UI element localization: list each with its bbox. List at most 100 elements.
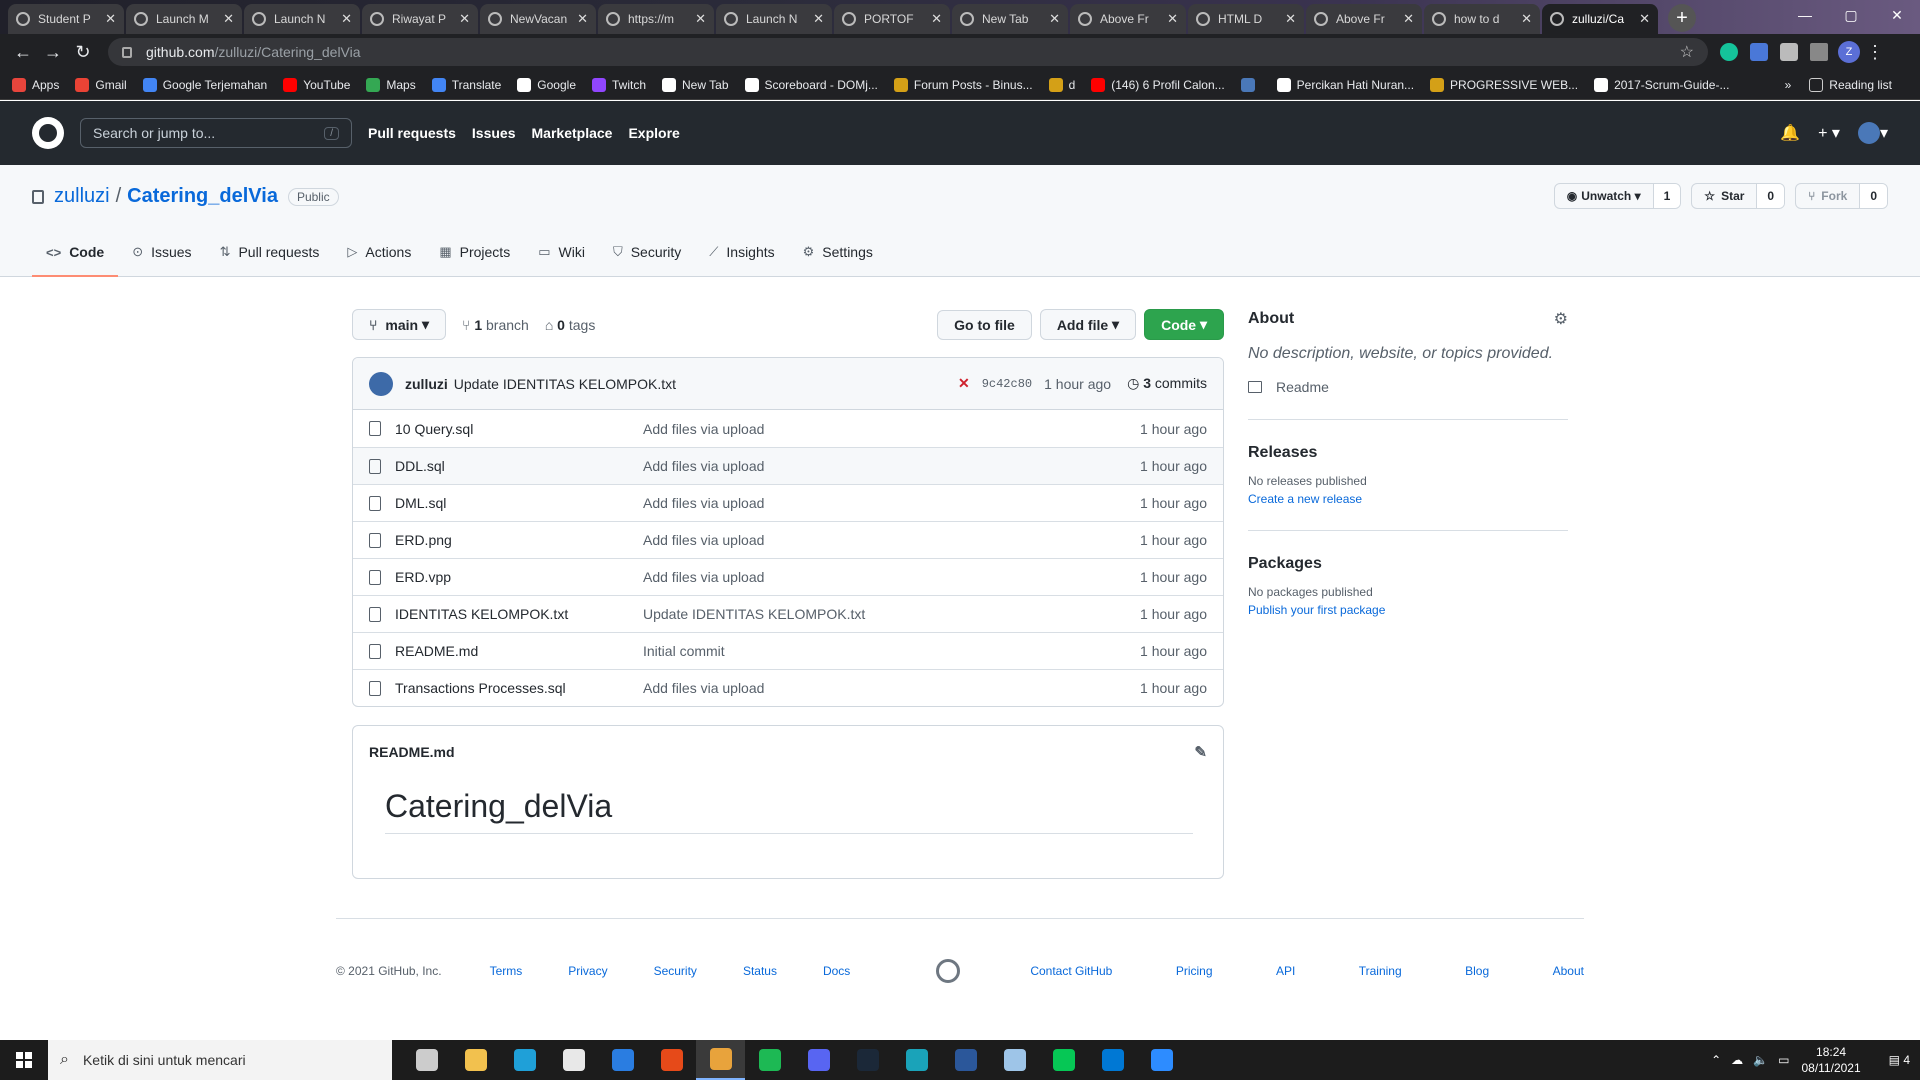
commits-link[interactable]: ◷ 3 commits xyxy=(1127,375,1207,392)
branch-selector-button[interactable]: ⑂ main ▾ xyxy=(352,309,447,340)
tab-close-icon[interactable]: ✕ xyxy=(223,11,234,27)
vscode-app-icon[interactable] xyxy=(1088,1040,1137,1080)
file-row[interactable]: IDENTITAS KELOMPOK.txt Update IDENTITAS K… xyxy=(353,595,1223,632)
notes-app-icon[interactable] xyxy=(990,1040,1039,1080)
bookmark-star-icon[interactable]: ☆ xyxy=(1680,42,1694,62)
file-commit-message-link[interactable]: Initial commit xyxy=(643,643,1140,659)
publish-package-link[interactable]: Publish your first package xyxy=(1248,603,1568,617)
commit-sha[interactable]: 9c42c80 xyxy=(982,377,1032,391)
commit-message[interactable]: Update IDENTITAS KELOMPOK.txt xyxy=(454,376,676,392)
repo-tab-projects[interactable]: ▦ Projects xyxy=(425,244,524,276)
file-commit-message-link[interactable]: Add files via upload xyxy=(643,569,1140,585)
tray-overflow-icon[interactable]: ⌃ xyxy=(1711,1053,1721,1067)
tab-close-icon[interactable]: ✕ xyxy=(1403,11,1414,27)
global-nav-link[interactable]: Explore xyxy=(628,125,679,141)
tab-close-icon[interactable]: ✕ xyxy=(1521,11,1532,27)
browser-tab[interactable]: New Tab ✕ xyxy=(952,4,1068,34)
address-bar[interactable]: github.com/zulluzi/Catering_delVia ☆ xyxy=(108,38,1708,66)
repo-owner-link[interactable]: zulluzi xyxy=(54,185,110,208)
tab-close-icon[interactable]: ✕ xyxy=(1639,11,1650,27)
bookmark-item[interactable]: Google xyxy=(517,77,576,92)
footer-link[interactable]: Docs xyxy=(823,964,850,978)
footer-link[interactable]: Status xyxy=(743,964,777,978)
browser-tab[interactable]: https://m ✕ xyxy=(598,4,714,34)
steam-app-icon[interactable] xyxy=(843,1040,892,1080)
bookmarks-overflow-icon[interactable]: » xyxy=(1785,78,1792,92)
tab-close-icon[interactable]: ✕ xyxy=(341,11,352,27)
footer-link[interactable]: Privacy xyxy=(568,964,607,978)
bookmark-item[interactable]: Maps xyxy=(366,77,416,92)
repo-tab-actions[interactable]: ▷ Actions xyxy=(333,244,425,276)
new-tab-plus-icon[interactable]: + xyxy=(1668,4,1696,32)
commit-author[interactable]: zulluzi xyxy=(405,376,448,392)
star-button[interactable]: ☆ Star xyxy=(1692,184,1758,208)
bookmark-item[interactable]: Forum Posts - Binus... xyxy=(893,77,1033,92)
browser-tab[interactable]: PORTOF ✕ xyxy=(834,4,950,34)
tab-close-icon[interactable]: ✕ xyxy=(813,11,824,27)
tab-close-icon[interactable]: ✕ xyxy=(695,11,706,27)
file-row[interactable]: DDL.sql Add files via upload 1 hour ago xyxy=(353,447,1223,484)
mail-app-icon[interactable] xyxy=(598,1040,647,1080)
store-app-icon[interactable] xyxy=(549,1040,598,1080)
browser-tab[interactable]: Launch M ✕ xyxy=(126,4,242,34)
file-row[interactable]: README.md Initial commit 1 hour ago xyxy=(353,632,1223,669)
browser-tab[interactable]: Above Fr ✕ xyxy=(1306,4,1422,34)
footer-link[interactable]: API xyxy=(1276,964,1295,978)
office-app-icon[interactable] xyxy=(647,1040,696,1080)
tags-link[interactable]: ⌂ 0 tags xyxy=(545,317,596,333)
global-nav-link[interactable]: Pull requests xyxy=(368,125,456,141)
file-name-link[interactable]: DDL.sql xyxy=(395,458,643,474)
add-file-button[interactable]: Add file ▾ xyxy=(1039,309,1137,340)
browser-tab[interactable]: Student P ✕ xyxy=(8,4,124,34)
file-row[interactable]: Transactions Processes.sql Add files via … xyxy=(353,669,1223,706)
bookmark-item[interactable]: d xyxy=(1048,77,1075,92)
unwatch-button[interactable]: ◉ Unwatch ▾ xyxy=(1555,184,1654,208)
releases-title[interactable]: Releases xyxy=(1248,444,1568,462)
file-name-link[interactable]: DML.sql xyxy=(395,495,643,511)
readme-filename[interactable]: README.md xyxy=(369,744,455,760)
readme-link[interactable]: Readme xyxy=(1248,379,1568,395)
taskbar-search-input[interactable]: ⌕ Ketik di sini untuk mencari xyxy=(48,1040,392,1080)
file-row[interactable]: ERD.vpp Add files via upload 1 hour ago xyxy=(353,558,1223,595)
back-icon[interactable]: ← xyxy=(8,42,38,63)
star-count[interactable]: 0 xyxy=(1757,184,1785,208)
onedrive-icon[interactable]: ☁ xyxy=(1731,1053,1743,1067)
chrome-app-icon[interactable] xyxy=(696,1040,745,1080)
browser-tab[interactable]: Launch N ✕ xyxy=(244,4,360,34)
volume-icon[interactable]: 🔈 xyxy=(1753,1053,1768,1067)
footer-link[interactable]: Contact GitHub xyxy=(1030,964,1112,978)
bookmark-item[interactable]: (146) 6 Profil Calon... xyxy=(1091,77,1225,92)
file-row[interactable]: ERD.png Add files via upload 1 hour ago xyxy=(353,521,1223,558)
go-to-file-button[interactable]: Go to file xyxy=(937,309,1032,340)
branches-link[interactable]: ⑂ 1 branch xyxy=(462,317,529,333)
file-name-link[interactable]: Transactions Processes.sql xyxy=(395,680,643,696)
file-name-link[interactable]: ERD.vpp xyxy=(395,569,643,585)
fork-button[interactable]: ⑂ Fork xyxy=(1796,184,1861,208)
task-view-app-icon[interactable] xyxy=(402,1040,451,1080)
browser-tab[interactable]: HTML D ✕ xyxy=(1188,4,1304,34)
bookmark-item[interactable]: Scoreboard - DOMj... xyxy=(744,77,878,92)
file-commit-message-link[interactable]: Add files via upload xyxy=(643,532,1140,548)
file-row[interactable]: DML.sql Add files via upload 1 hour ago xyxy=(353,484,1223,521)
global-nav-link[interactable]: Issues xyxy=(472,125,516,141)
repo-name-link[interactable]: Catering_delVia xyxy=(127,185,278,208)
bookmark-item[interactable]: YouTube xyxy=(283,77,350,92)
forward-icon[interactable]: → xyxy=(38,42,68,63)
discord-app-icon[interactable] xyxy=(794,1040,843,1080)
grammarly-extension-icon[interactable] xyxy=(1720,43,1738,61)
network-icon[interactable]: ▭ xyxy=(1778,1053,1789,1067)
tab-close-icon[interactable]: ✕ xyxy=(1285,11,1296,27)
about-settings-gear-icon[interactable]: ⚙ xyxy=(1554,309,1568,329)
bookmark-item[interactable]: PROGRESSIVE WEB... xyxy=(1430,77,1578,92)
file-commit-message-link[interactable]: Update IDENTITAS KELOMPOK.txt xyxy=(643,606,1140,622)
tab-close-icon[interactable]: ✕ xyxy=(105,11,116,27)
commit-author-avatar[interactable] xyxy=(369,371,393,396)
notification-center-icon[interactable]: ▤ 4 xyxy=(1889,1053,1910,1067)
notifications-bell-icon[interactable]: 🔔 xyxy=(1780,123,1800,143)
create-new-plus-icon[interactable]: + ▾ xyxy=(1818,123,1840,143)
fork-count[interactable]: 0 xyxy=(1860,184,1887,208)
line-app-icon[interactable] xyxy=(1039,1040,1088,1080)
file-name-link[interactable]: ERD.png xyxy=(395,532,643,548)
start-button[interactable] xyxy=(0,1040,48,1080)
create-release-link[interactable]: Create a new release xyxy=(1248,492,1568,506)
